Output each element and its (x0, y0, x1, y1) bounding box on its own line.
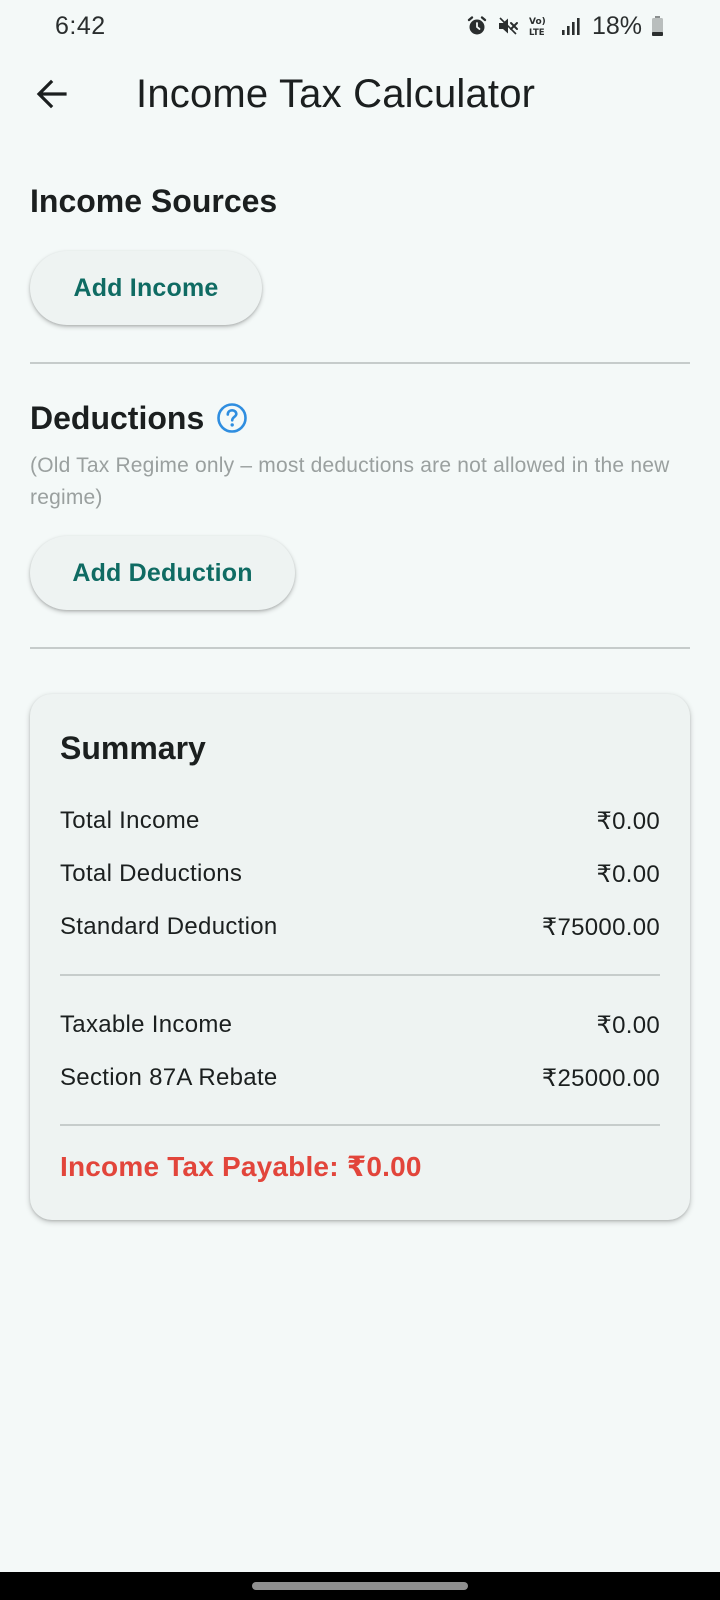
summary-label: Total Income (60, 807, 200, 834)
summary-row-total-income: Total Income ₹0.00 (60, 804, 660, 838)
volte-icon: Vo) LTE (528, 14, 552, 38)
income-sources-heading: Income Sources (30, 183, 278, 219)
svg-text:LTE: LTE (529, 28, 545, 38)
summary-divider (60, 974, 660, 976)
summary-row-taxable-income: Taxable Income ₹0.00 (60, 1008, 660, 1042)
arrow-back-icon (35, 77, 69, 116)
status-time: 6:42 (55, 11, 106, 40)
summary-value: ₹75000.00 (541, 913, 660, 941)
summary-value: ₹0.00 (596, 1011, 660, 1039)
app-bar: Income Tax Calculator (0, 52, 720, 144)
summary-value: ₹25000.00 (541, 1064, 660, 1092)
summary-card: Summary Total Income ₹0.00 Total Deducti… (30, 694, 690, 1220)
navigation-bar (0, 1572, 720, 1600)
summary-row-87a-rebate: Section 87A Rebate ₹25000.00 (60, 1061, 660, 1095)
svg-text:Vo): Vo) (529, 17, 546, 27)
summary-row-standard-deduction: Standard Deduction ₹75000.00 (60, 910, 660, 944)
section-divider (30, 362, 690, 364)
summary-label: Total Deductions (60, 860, 243, 887)
deductions-heading: Deductions (30, 400, 205, 436)
section-divider (30, 647, 690, 649)
battery-percent: 18% (591, 11, 642, 40)
alarm-icon (466, 15, 488, 37)
summary-divider (60, 1124, 660, 1126)
help-circle-icon[interactable] (216, 402, 248, 434)
summary-value: ₹0.00 (596, 807, 660, 835)
back-button[interactable] (24, 68, 80, 124)
summary-label: Section 87A Rebate (60, 1064, 278, 1091)
summary-value: ₹0.00 (596, 860, 660, 888)
summary-label: Taxable Income (60, 1011, 233, 1038)
summary-title: Summary (60, 730, 206, 766)
mute-icon (497, 15, 519, 37)
screen: 6:42 Vo) LTE 18% Income Tax Calculator I… (0, 0, 720, 1600)
page-title: Income Tax Calculator (136, 72, 536, 116)
signal-icon (561, 15, 581, 37)
tax-payable: Income Tax Payable: ₹0.00 (60, 1151, 422, 1182)
summary-label: Standard Deduction (60, 913, 278, 940)
add-income-button[interactable]: Add Income (30, 251, 262, 325)
status-icons: Vo) LTE 18% (466, 12, 664, 41)
add-deduction-button[interactable]: Add Deduction (30, 536, 295, 610)
summary-row-total-deductions: Total Deductions ₹0.00 (60, 857, 660, 891)
home-gesture-handle[interactable] (252, 1582, 468, 1590)
deductions-note: (Old Tax Regime only – most deductions a… (30, 454, 670, 509)
battery-icon (651, 15, 664, 37)
status-bar: 6:42 Vo) LTE 18% (0, 0, 720, 52)
